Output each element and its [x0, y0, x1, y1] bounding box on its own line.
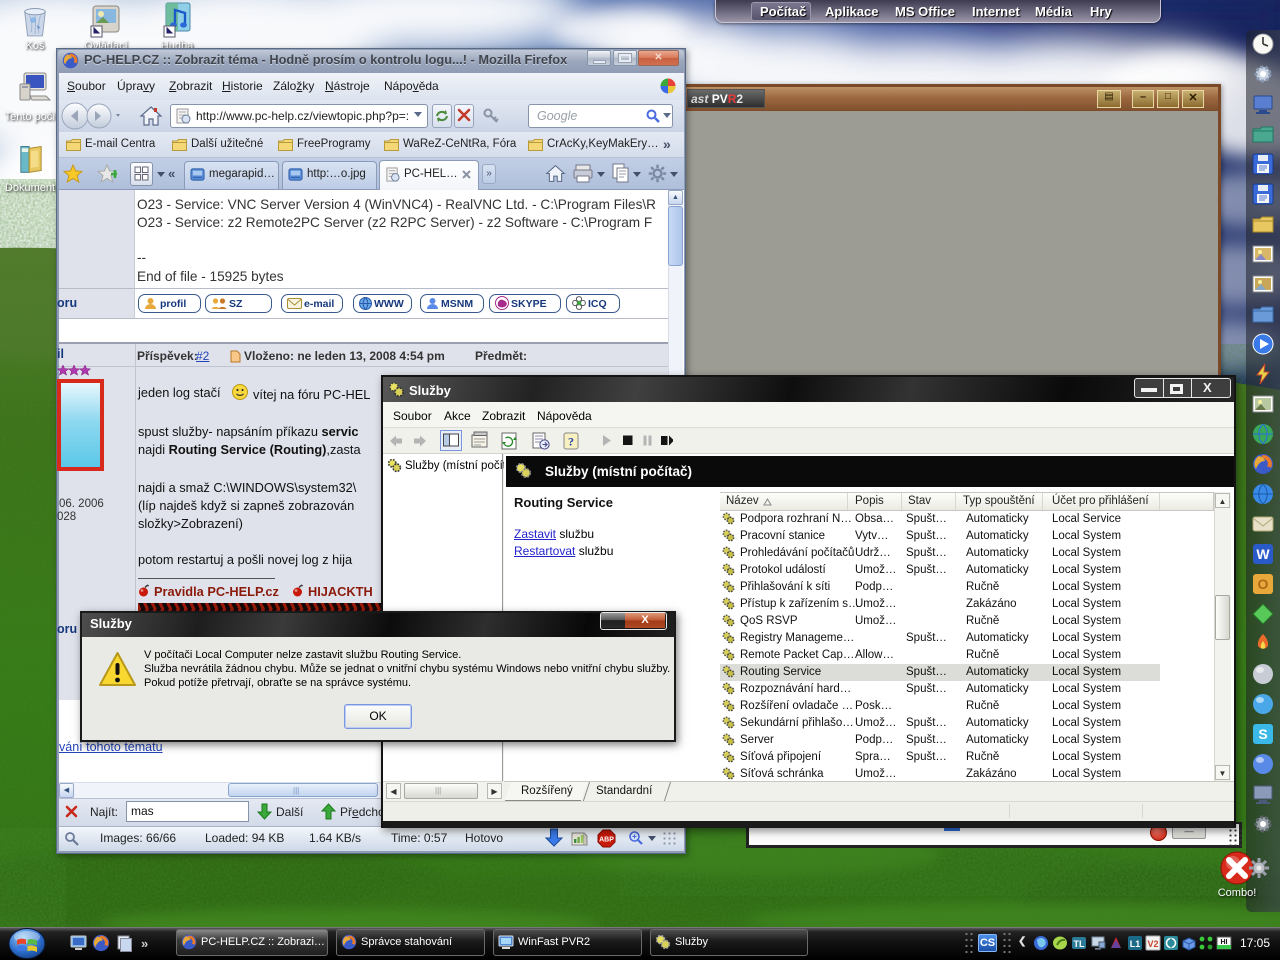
svg-text:L1: L1	[1130, 939, 1141, 949]
svg-text:W: W	[1256, 546, 1270, 562]
svg-text:TL: TL	[1074, 939, 1085, 949]
svg-text:V2: V2	[1147, 939, 1158, 949]
svg-text:ABP: ABP	[599, 837, 614, 844]
svg-text:S: S	[1258, 726, 1267, 742]
svg-text:HI: HI	[1221, 939, 1228, 946]
svg-text:O: O	[1258, 576, 1269, 592]
svg-text:?: ?	[568, 435, 574, 449]
